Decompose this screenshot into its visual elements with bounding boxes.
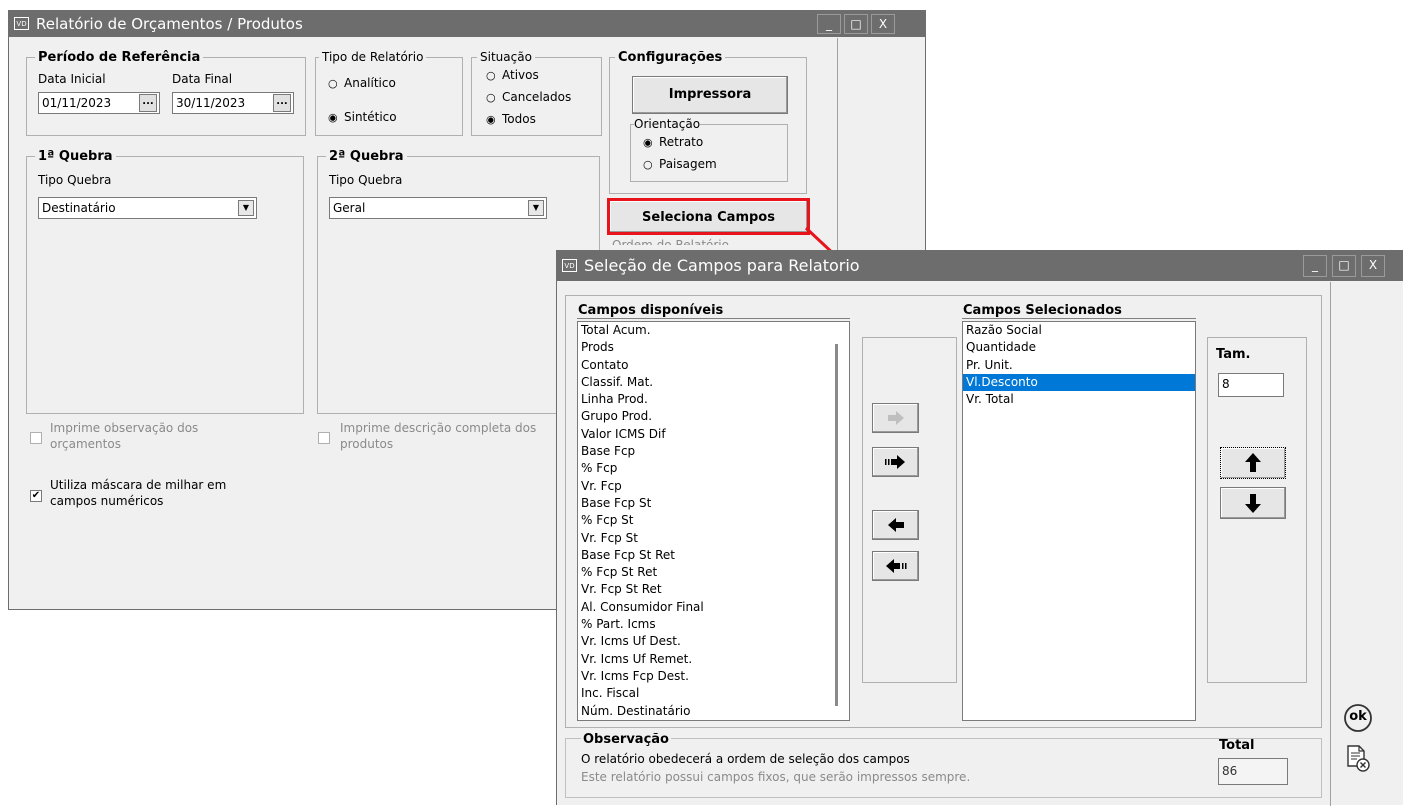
list-item[interactable]: Vr. Icms Uf Remet. [578,651,849,668]
selected-items: Razão Social Quantidade Pr. Unit. Vl.Descon… [963,322,1195,408]
observacao-legend: Observação [581,732,671,747]
list-item[interactable]: Valor ICMS Dif [578,426,849,443]
list-item[interactable]: Vr. Fcp St Ret [578,581,849,598]
total-field: 86 [1218,758,1288,785]
list-item[interactable]: Base Fcp [578,443,849,460]
list-item[interactable]: Quantidade [963,339,1195,356]
list-item[interactable]: Contato [578,357,849,374]
list-item[interactable]: % Fcp St Ret [578,564,849,581]
remove-all-button[interactable] [872,551,919,581]
list-item[interactable]: Vr. Fcp St [578,530,849,547]
double-arrow-left-icon [886,559,907,573]
dialog-titlebar[interactable]: VD Seleção de Campos para Relatorio _ □ … [557,251,1403,281]
list-item[interactable]: Pr. Unit. [963,357,1195,374]
list-item[interactable]: Vr. Fcp [578,478,849,495]
list-item[interactable]: Classif. Mat. [578,374,849,391]
selecao-campos-dialog: VD Seleção de Campos para Relatorio _ □ … [556,250,1403,806]
arrow-down-icon [1245,494,1261,513]
tam-field[interactable]: 8 [1218,373,1284,397]
list-item[interactable]: % Part. Icms [578,616,849,633]
list-item[interactable]: Prods [578,339,849,356]
total-label: Total [1219,738,1255,753]
list-item[interactable]: % Fcp St [578,512,849,529]
move-down-button[interactable] [1220,487,1286,519]
available-header-line [577,318,850,319]
dialog-minimize-button[interactable]: _ [1303,255,1327,277]
list-item[interactable]: Núm. Destinatário [578,703,849,720]
available-header: Campos disponíveis [578,303,724,318]
list-item[interactable]: Al. Consumidor Final [578,599,849,616]
remove-one-button[interactable] [872,510,919,540]
selected-header-line [962,318,1196,319]
available-fields-list[interactable]: Total Acum. Prods Contato Classif. Mat. Linh… [577,321,850,721]
list-item[interactable]: Total Acum. [578,322,849,339]
available-items: Total Acum. Prods Contato Classif. Mat. Linh… [578,322,849,720]
dialog-app-icon: VD [562,259,577,272]
list-item[interactable]: Vr. Icms Uf Dest. [578,633,849,650]
list-item[interactable]: Vr. Icms Fcp Dest. [578,668,849,685]
list-item[interactable]: Inc. Fiscal [578,685,849,702]
list-item[interactable]: Grupo Prod. [578,408,849,425]
list-item[interactable]: Linha Prod. [578,391,849,408]
list-item[interactable]: Razão Social [963,322,1195,339]
document-cancel-icon [1347,745,1370,772]
add-all-button[interactable] [872,447,919,477]
selected-header: Campos Selecionados [963,303,1122,318]
list-item[interactable]: Base Fcp St Ret [578,547,849,564]
dialog-right-panel [1330,282,1331,806]
selected-fields-list[interactable]: Razão Social Quantidade Pr. Unit. Vl.Descon… [962,321,1196,721]
move-up-button[interactable] [1220,447,1286,479]
list-item[interactable]: % Fcp [578,460,849,477]
list-item[interactable]: Vl.Desconto [963,373,1195,392]
cancel-report-button[interactable] [1345,744,1371,774]
arrow-left-icon [888,518,904,532]
ok-button[interactable]: ok [1343,703,1373,733]
available-scrollbar[interactable] [835,344,838,706]
tam-label: Tam. [1216,347,1251,362]
arrow-right-icon [888,411,904,425]
ok-icon-label: ok [1349,709,1367,724]
list-item[interactable]: Base Fcp St [578,495,849,512]
observacao-group [565,738,1322,798]
double-arrow-right-icon [885,455,905,469]
dialog-maximize-button[interactable]: □ [1332,255,1356,277]
add-one-button[interactable] [872,403,919,433]
arrow-up-icon [1245,453,1261,472]
dialog-title: Seleção de Campos para Relatorio [584,256,860,275]
observacao-text: O relatório obedecerá a ordem de seleção… [581,752,910,766]
list-item[interactable]: Vr. Total [963,391,1195,408]
dialog-close-button[interactable]: X [1361,255,1385,277]
observacao-note: Este relatório possui campos fixos, que … [581,770,971,784]
